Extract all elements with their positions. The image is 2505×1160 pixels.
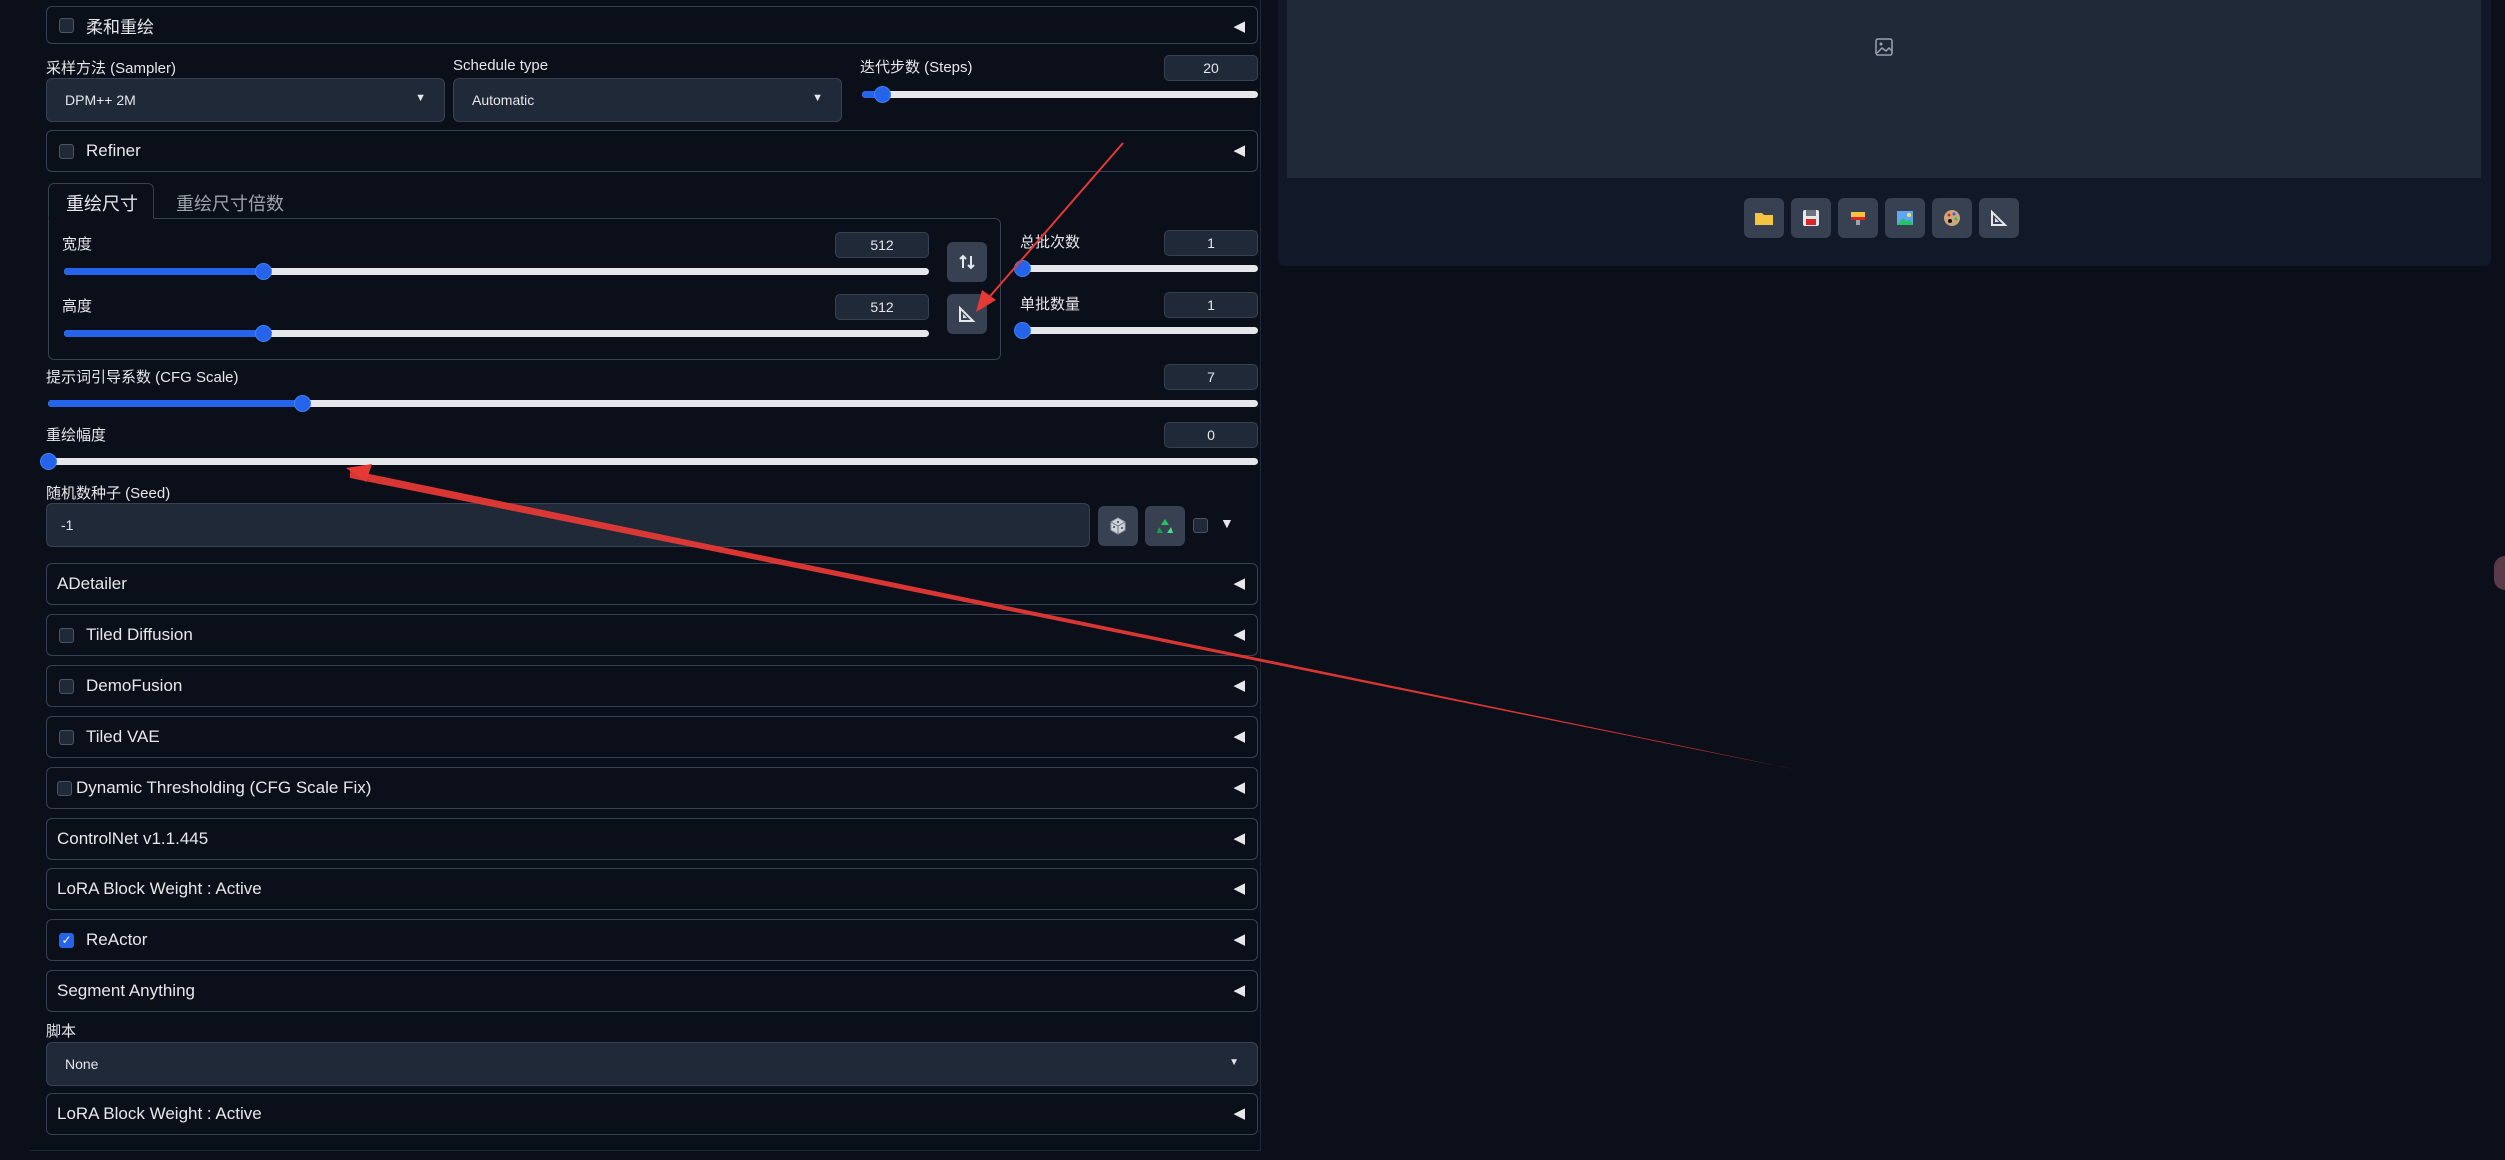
annotation-arrows xyxy=(346,142,1798,770)
